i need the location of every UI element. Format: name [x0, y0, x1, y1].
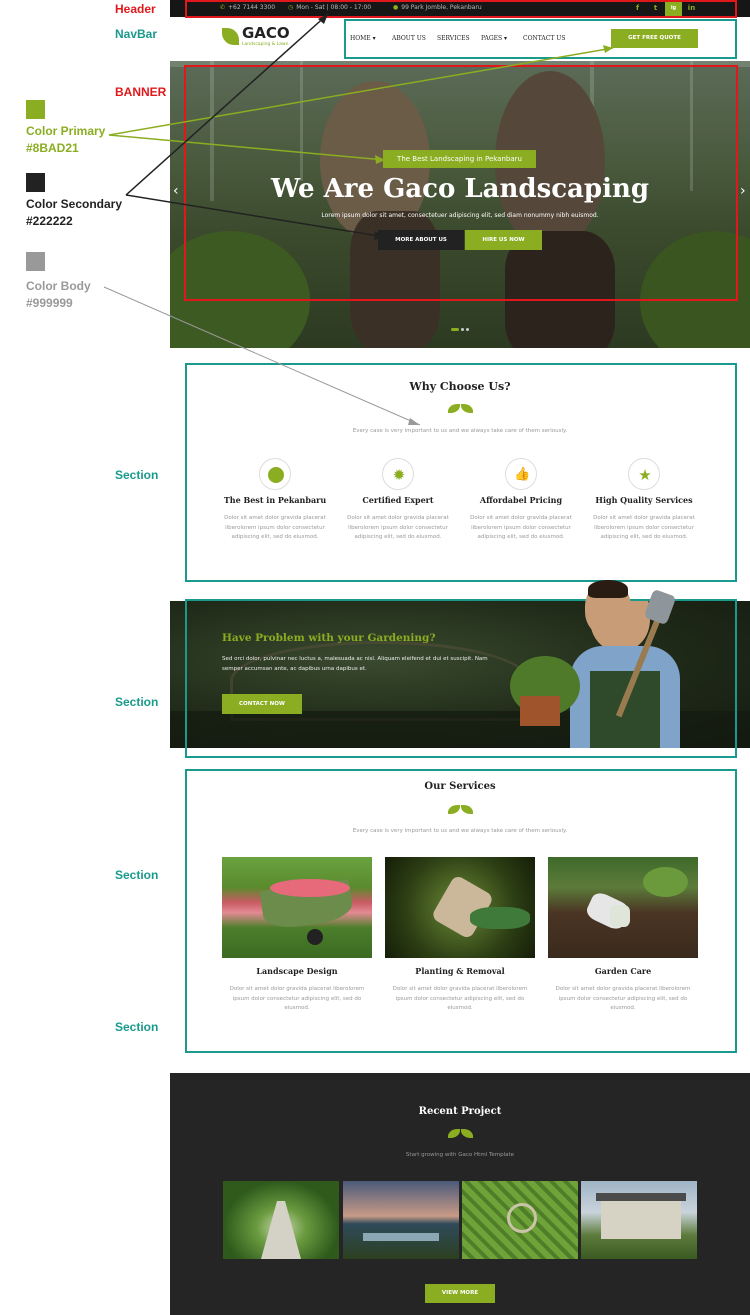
secondary-connector-line: [125, 13, 329, 196]
primary-connector-line: [108, 134, 386, 161]
primary-connector-line: [108, 47, 614, 136]
arrow-head-icon: [374, 231, 385, 240]
secondary-connector-line: [125, 194, 386, 238]
body-connector-line: [103, 286, 421, 426]
arrow-head-icon: [408, 418, 420, 425]
arrow-head-icon: [375, 155, 385, 164]
annotation-connectors: [103, 13, 614, 426]
